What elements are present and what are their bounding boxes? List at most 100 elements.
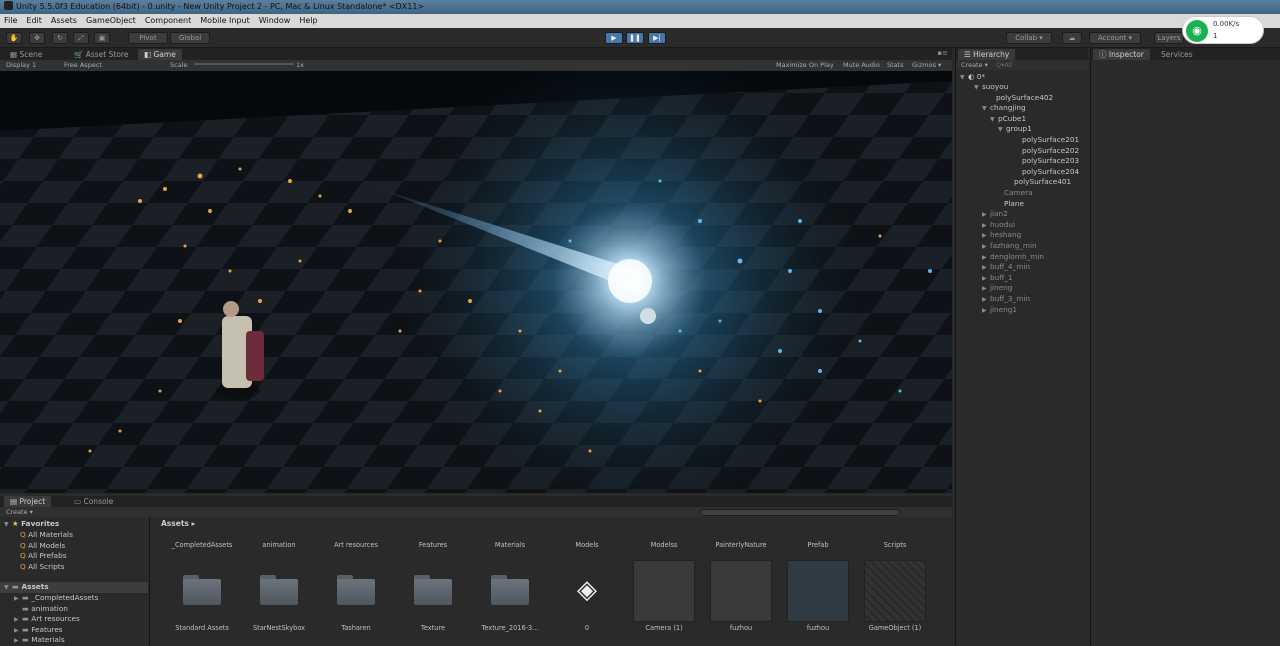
collab-dropdown[interactable]: Collab ▾ — [1006, 32, 1052, 44]
hierarchy-item[interactable]: ▶ denglomh_min — [982, 252, 1044, 263]
hierarchy-item[interactable]: ▶ buff_4_min — [982, 262, 1030, 273]
asset-thumbnail[interactable] — [710, 560, 772, 622]
hierarchy-item[interactable]: polySurface201 — [1014, 135, 1079, 145]
asset-folder[interactable]: ▶ ▬ Features — [14, 625, 63, 636]
menu-component[interactable]: Component — [145, 16, 191, 25]
hierarchy-search-input[interactable]: Q▾All — [996, 61, 1012, 69]
tab-game[interactable]: ◧ Game — [138, 49, 182, 60]
global-button[interactable]: Global — [170, 32, 210, 44]
tab-hierarchy[interactable]: ☰ Hierarchy — [958, 49, 1016, 60]
favorite-item[interactable]: Q All Models — [20, 541, 65, 551]
play-button[interactable]: ▶ — [605, 32, 623, 44]
account-dropdown[interactable]: Account ▾ — [1089, 32, 1141, 44]
assets-root[interactable]: ▼ ▬ Assets — [0, 582, 148, 593]
tab-scene[interactable]: ▦ Scene — [4, 49, 48, 60]
pivot-button[interactable]: Pivot — [128, 32, 168, 44]
asset-thumbnail[interactable] — [633, 560, 695, 622]
hierarchy-item[interactable]: ▼ suoyou — [974, 82, 1008, 93]
hierarchy-item[interactable]: ▼ pCube1 — [990, 114, 1026, 125]
expand-arrow-icon[interactable]: ▶ — [982, 295, 990, 305]
favorite-item[interactable]: Q All Scripts — [20, 562, 64, 572]
stats-button[interactable]: Stats — [887, 60, 904, 71]
hierarchy-item[interactable]: polySurface204 — [1014, 167, 1079, 177]
folder-icon[interactable] — [414, 575, 452, 605]
folder-icon[interactable] — [491, 575, 529, 605]
hierarchy-item[interactable]: Camera — [996, 188, 1033, 198]
hierarchy-item[interactable]: polySurface202 — [1014, 146, 1079, 156]
maximize-on-play-button[interactable]: Maximize On Play — [776, 60, 834, 71]
menu-assets[interactable]: Assets — [51, 16, 77, 25]
expand-arrow-icon[interactable]: ▶ — [982, 210, 990, 220]
project-create-dropdown[interactable]: Create ▾ — [6, 507, 33, 517]
hierarchy-item[interactable]: ▶ jian2 — [982, 209, 1008, 220]
expand-arrow-icon[interactable]: ▶ — [982, 242, 990, 252]
hierarchy-item[interactable]: ▼ changjing — [982, 103, 1026, 114]
mute-audio-button[interactable]: Mute Audio — [843, 60, 880, 71]
expand-arrow-icon[interactable]: ▶ — [982, 221, 990, 231]
menu-file[interactable]: File — [4, 16, 17, 25]
display-dropdown[interactable]: Display 1 — [6, 60, 36, 71]
hierarchy-item[interactable]: ▶ heshang — [982, 230, 1021, 241]
game-viewport[interactable] — [0, 71, 952, 493]
cloud-icon[interactable]: ☁ — [1062, 32, 1082, 44]
hierarchy-item[interactable]: ▶ buff_3_min — [982, 294, 1030, 305]
asset-folder[interactable]: ▶ ▬ Art resources — [14, 614, 80, 625]
network-monitor-widget[interactable]: ◉ 0.00K/s 1 — [1182, 16, 1264, 44]
hierarchy-item[interactable]: ▶ buff_1 — [982, 273, 1013, 284]
move-tool-icon[interactable]: ✥ — [29, 32, 45, 44]
menu-help[interactable]: Help — [299, 16, 317, 25]
tab-inspector[interactable]: ⓘ Inspector — [1093, 49, 1150, 60]
scale-tool-icon[interactable]: ⤢ — [73, 32, 89, 44]
expand-arrow-icon[interactable]: ▶ — [982, 306, 990, 316]
expand-arrow-icon[interactable]: ▼ — [990, 115, 998, 125]
favorite-item[interactable]: Q All Prefabs — [20, 551, 67, 561]
hierarchy-item[interactable]: polySurface203 — [1014, 156, 1079, 166]
hierarchy-item[interactable]: ▶ fazhang_min — [982, 241, 1037, 252]
step-button[interactable]: ▶| — [648, 32, 666, 44]
expand-arrow-icon[interactable]: ▼ — [998, 125, 1006, 135]
hierarchy-item[interactable]: Plane — [996, 199, 1024, 209]
hierarchy-create-dropdown[interactable]: Create ▾ — [961, 61, 988, 69]
rotate-tool-icon[interactable]: ↻ — [52, 32, 68, 44]
menu-mobile-input[interactable]: Mobile Input — [200, 16, 250, 25]
hierarchy-item[interactable]: ▼ group1 — [998, 124, 1032, 135]
asset-folder[interactable]: ▶ ▬ Materials — [14, 635, 65, 646]
expand-arrow-icon[interactable]: ▶ — [982, 231, 990, 241]
tab-services[interactable]: Services — [1155, 49, 1199, 60]
asset-thumbnail[interactable] — [787, 560, 849, 622]
menu-edit[interactable]: Edit — [26, 16, 42, 25]
project-search-input[interactable] — [700, 509, 900, 516]
menu-window[interactable]: Window — [259, 16, 291, 25]
hand-tool-icon[interactable]: ✋ — [6, 32, 22, 44]
hierarchy-item[interactable]: polySurface401 — [1006, 177, 1071, 187]
expand-arrow-icon[interactable]: ▼ — [982, 104, 990, 114]
pause-button[interactable]: ❚❚ — [626, 32, 644, 44]
favorites-header[interactable]: ▼ ★ Favorites — [4, 519, 59, 530]
tab-console[interactable]: ▭ Console — [68, 496, 119, 507]
asset-folder[interactable]: ▶ ▬ _CompletedAssets — [14, 593, 98, 604]
folder-icon[interactable] — [260, 575, 298, 605]
expand-arrow-icon[interactable]: ▼ — [974, 83, 982, 93]
folder-icon[interactable] — [337, 575, 375, 605]
hierarchy-item[interactable]: ▶ jineng1 — [982, 305, 1017, 316]
aspect-dropdown[interactable]: Free Aspect — [64, 60, 102, 71]
expand-arrow-icon[interactable]: ▶ — [982, 284, 990, 294]
hierarchy-item[interactable]: ▶ huodui — [982, 220, 1015, 231]
layers-dropdown[interactable]: Layers — [1154, 32, 1184, 44]
asset-thumbnail[interactable] — [864, 560, 926, 622]
menu-gameobject[interactable]: GameObject — [86, 16, 136, 25]
folder-icon[interactable] — [183, 575, 221, 605]
asset-folder[interactable]: ▬ animation — [14, 604, 68, 614]
expand-arrow-icon[interactable]: ▶ — [982, 253, 990, 263]
hierarchy-item[interactable]: ▶ jineng — [982, 283, 1012, 294]
expand-arrow-icon[interactable]: ▶ — [982, 263, 990, 273]
tab-project[interactable]: ▤ Project — [4, 496, 52, 507]
scale-slider[interactable] — [194, 63, 294, 65]
favorite-item[interactable]: Q All Materials — [20, 530, 73, 540]
hierarchy-item[interactable]: polySurface402 — [988, 93, 1053, 103]
panel-menu-icon[interactable]: ▪≡ — [937, 49, 948, 57]
breadcrumb[interactable]: Assets ▸ — [161, 519, 195, 528]
expand-arrow-icon[interactable]: ▶ — [982, 274, 990, 284]
tab-asset-store[interactable]: 🛒 Asset Store — [68, 49, 134, 60]
gizmos-dropdown[interactable]: Gizmos ▾ — [912, 60, 941, 71]
